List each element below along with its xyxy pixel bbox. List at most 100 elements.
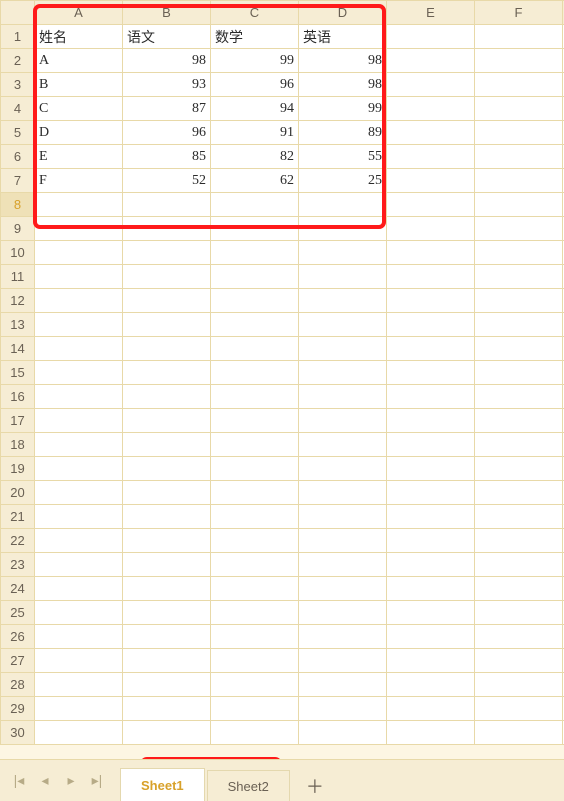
cell[interactable] <box>387 337 475 361</box>
cell[interactable] <box>387 97 475 121</box>
cell-D2[interactable]: 98 <box>299 49 387 73</box>
cell[interactable] <box>387 649 475 673</box>
cell[interactable] <box>387 145 475 169</box>
cell-E1[interactable] <box>387 25 475 49</box>
cell[interactable] <box>387 433 475 457</box>
row-header[interactable]: 19 <box>1 457 35 481</box>
cell[interactable] <box>211 217 299 241</box>
cell[interactable] <box>299 385 387 409</box>
cell[interactable] <box>475 481 563 505</box>
cell[interactable] <box>123 241 211 265</box>
row-header[interactable]: 12 <box>1 289 35 313</box>
cell[interactable] <box>475 721 563 745</box>
cell[interactable] <box>387 601 475 625</box>
row-header[interactable]: 15 <box>1 361 35 385</box>
cell[interactable] <box>123 625 211 649</box>
cell[interactable] <box>299 457 387 481</box>
cell[interactable] <box>123 409 211 433</box>
cell[interactable] <box>299 673 387 697</box>
cell[interactable] <box>299 721 387 745</box>
cell-D5[interactable]: 89 <box>299 121 387 145</box>
cell[interactable] <box>475 97 563 121</box>
cell[interactable] <box>211 361 299 385</box>
cell[interactable] <box>387 529 475 553</box>
cell[interactable] <box>387 673 475 697</box>
row-header[interactable]: 30 <box>1 721 35 745</box>
cell[interactable] <box>123 697 211 721</box>
cell[interactable] <box>211 313 299 337</box>
cell[interactable] <box>475 73 563 97</box>
cell[interactable] <box>387 49 475 73</box>
cell[interactable] <box>211 697 299 721</box>
nav-next-icon[interactable]: ▸ <box>60 770 82 792</box>
row-header[interactable]: 6 <box>1 145 35 169</box>
cell[interactable] <box>211 433 299 457</box>
cell[interactable] <box>35 577 123 601</box>
cell[interactable] <box>35 193 123 217</box>
cell[interactable] <box>35 289 123 313</box>
cell-A7[interactable]: F <box>35 169 123 193</box>
cell[interactable] <box>299 241 387 265</box>
cell[interactable] <box>387 409 475 433</box>
cell[interactable] <box>35 313 123 337</box>
cell[interactable] <box>475 145 563 169</box>
cell-D6[interactable]: 55 <box>299 145 387 169</box>
row-header[interactable]: 2 <box>1 49 35 73</box>
col-header-E[interactable]: E <box>387 1 475 25</box>
cell[interactable] <box>387 553 475 577</box>
cell[interactable] <box>35 601 123 625</box>
row-header[interactable]: 23 <box>1 553 35 577</box>
cell[interactable] <box>123 529 211 553</box>
row-header[interactable]: 9 <box>1 217 35 241</box>
cell-D7[interactable]: 25 <box>299 169 387 193</box>
sheet-tab-sheet2[interactable]: Sheet2 <box>207 770 290 801</box>
cell[interactable] <box>35 241 123 265</box>
sheet-tab-sheet1[interactable]: Sheet1 <box>120 768 205 801</box>
cell[interactable] <box>123 649 211 673</box>
cell-B2[interactable]: 98 <box>123 49 211 73</box>
cell[interactable] <box>35 409 123 433</box>
cell[interactable] <box>475 49 563 73</box>
cell[interactable] <box>475 409 563 433</box>
cell-A2[interactable]: A <box>35 49 123 73</box>
cell[interactable] <box>211 265 299 289</box>
cell[interactable] <box>475 433 563 457</box>
cell-C4[interactable]: 94 <box>211 97 299 121</box>
cell-B4[interactable]: 87 <box>123 97 211 121</box>
cell[interactable] <box>475 169 563 193</box>
cell[interactable] <box>299 601 387 625</box>
nav-last-icon[interactable]: ▸| <box>86 770 108 792</box>
select-all-corner[interactable] <box>1 1 35 25</box>
cell[interactable] <box>35 553 123 577</box>
cell[interactable] <box>299 577 387 601</box>
cell[interactable] <box>299 481 387 505</box>
cell-A1[interactable]: 姓名 <box>35 25 123 49</box>
cell[interactable] <box>123 721 211 745</box>
cell[interactable] <box>211 625 299 649</box>
row-header[interactable]: 14 <box>1 337 35 361</box>
cell[interactable] <box>299 409 387 433</box>
col-header-F[interactable]: F <box>475 1 563 25</box>
cell[interactable] <box>387 361 475 385</box>
cell-C7[interactable]: 62 <box>211 169 299 193</box>
cell[interactable] <box>387 121 475 145</box>
row-header[interactable]: 3 <box>1 73 35 97</box>
cell[interactable] <box>211 529 299 553</box>
row-header[interactable]: 29 <box>1 697 35 721</box>
cell[interactable] <box>299 553 387 577</box>
cell[interactable] <box>475 505 563 529</box>
cell-D3[interactable]: 98 <box>299 73 387 97</box>
cell[interactable] <box>387 721 475 745</box>
cell[interactable] <box>35 625 123 649</box>
cell[interactable] <box>475 577 563 601</box>
row-header[interactable]: 5 <box>1 121 35 145</box>
row-header[interactable]: 24 <box>1 577 35 601</box>
cell-C1[interactable]: 数学 <box>211 25 299 49</box>
cell-B6[interactable]: 85 <box>123 145 211 169</box>
cell[interactable] <box>35 361 123 385</box>
cell[interactable] <box>387 577 475 601</box>
cell[interactable] <box>299 361 387 385</box>
cell[interactable] <box>123 337 211 361</box>
cell[interactable] <box>123 577 211 601</box>
cell-F1[interactable] <box>475 25 563 49</box>
